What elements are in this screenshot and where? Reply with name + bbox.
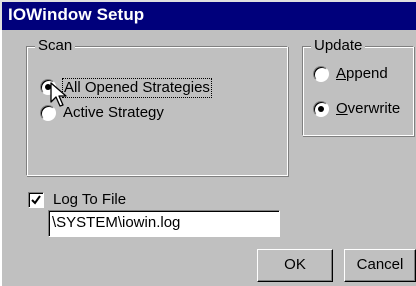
overwrite-label-rest: verwrite — [347, 100, 401, 117]
log-to-file-label[interactable]: Log To File — [53, 191, 126, 209]
radio-append-label[interactable]: Append — [336, 65, 388, 83]
radio-overwrite[interactable] — [313, 101, 329, 117]
log-file-path-field[interactable]: \SYSTEM\iowin.log — [48, 210, 280, 237]
radio-overwrite-label[interactable]: Overwrite — [336, 100, 400, 118]
radio-append[interactable] — [313, 66, 329, 82]
ok-button[interactable]: OK — [257, 249, 333, 282]
update-groupbox — [302, 46, 414, 136]
radio-all-opened-strategies-label[interactable]: All Opened Strategies — [62, 78, 212, 98]
append-label-rest: ppend — [346, 65, 388, 82]
radio-selected-dot — [318, 106, 324, 112]
cancel-button[interactable]: Cancel — [344, 249, 416, 282]
title-bar[interactable]: IOWindow Setup — [0, 0, 416, 30]
radio-active-strategy-label[interactable]: Active Strategy — [63, 104, 164, 122]
checkmark-icon — [31, 195, 41, 205]
update-group-label: Update — [311, 37, 366, 55]
window-title: IOWindow Setup — [8, 5, 145, 24]
log-to-file-checkbox[interactable] — [28, 192, 44, 208]
window-border — [0, 30, 2, 286]
overwrite-mnemonic: O — [336, 100, 348, 117]
scan-group-label: Scan — [35, 37, 76, 55]
append-mnemonic: A — [336, 65, 347, 82]
arrow-cursor-icon — [50, 82, 67, 107]
